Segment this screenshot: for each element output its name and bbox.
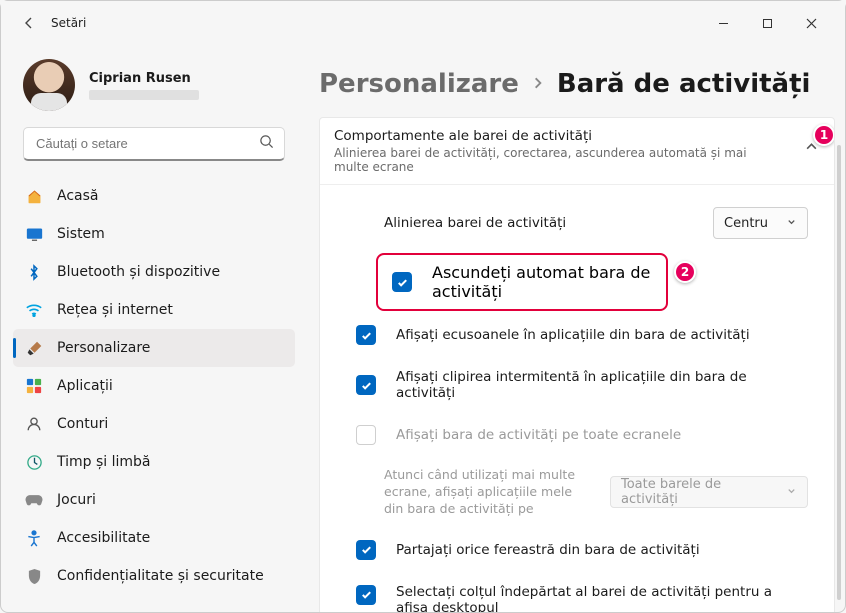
nav-gaming[interactable]: Jocuri — [13, 481, 295, 519]
alignment-dropdown[interactable]: Centru — [713, 207, 808, 239]
checkbox-far-corner[interactable] — [356, 585, 376, 605]
wifi-icon — [25, 301, 43, 319]
gamepad-icon — [25, 491, 43, 509]
nav-label: Conturi — [57, 416, 108, 432]
search-icon — [259, 134, 274, 153]
nav-personalization[interactable]: Personalizare — [13, 329, 295, 367]
row-autohide-highlight: Ascundeți automat bara de activități — [376, 253, 668, 311]
breadcrumb-parent[interactable]: Personalizare — [319, 69, 519, 99]
section-panel: 1 Comportamente ale barei de activități … — [319, 117, 835, 612]
checkbox-autohide[interactable] — [392, 272, 412, 292]
content: Ciprian Rusen Acasă Sistem Bluetooth și … — [1, 45, 845, 612]
chevron-down-icon — [786, 485, 797, 500]
multi-monitor-label: Atunci când utilizați mai multe ecrane, … — [384, 467, 594, 518]
search-box[interactable] — [23, 127, 285, 161]
scrollbar-vertical[interactable] — [837, 145, 841, 600]
sidebar: Ciprian Rusen Acasă Sistem Bluetooth și … — [1, 45, 301, 612]
bluetooth-icon — [25, 263, 43, 281]
person-icon — [25, 415, 43, 433]
nav-label: Acasă — [57, 188, 98, 204]
system-icon — [25, 225, 43, 243]
row-multi-monitor: Atunci când utilizați mai multe ecrane, … — [336, 457, 818, 528]
nav-label: Confidențialitate și securitate — [57, 568, 264, 584]
nav-accessibility[interactable]: Accesibilitate — [13, 519, 295, 557]
nav-label: Personalizare — [57, 340, 150, 356]
breadcrumb: Personalizare Bară de activități — [319, 57, 835, 117]
avatar — [23, 59, 75, 111]
window-title: Setări — [51, 16, 701, 30]
checkbox-flashing[interactable] — [356, 375, 376, 395]
shield-icon — [25, 567, 43, 585]
nav-list: Acasă Sistem Bluetooth și dispozitive Re… — [7, 177, 301, 595]
maximize-button[interactable] — [745, 7, 789, 39]
section-body: Alinierea barei de activități Centru Asc… — [320, 185, 834, 612]
row-alignment: Alinierea barei de activități Centru — [336, 195, 818, 251]
multi-monitor-dropdown: Toate barele de activități — [610, 476, 808, 508]
breadcrumb-current: Bară de activități — [557, 69, 811, 99]
section-title: Comportamente ale barei de activități — [334, 128, 780, 144]
nav-label: Bluetooth și dispozitive — [57, 264, 220, 280]
checkbox-share-window[interactable] — [356, 540, 376, 560]
flashing-label: Afișați clipirea intermitentă în aplicaț… — [396, 369, 774, 401]
nav-label: Sistem — [57, 226, 105, 242]
alignment-label: Alinierea barei de activități — [384, 215, 566, 231]
row-share-window: Partajați orice fereastră din bara de ac… — [336, 528, 818, 572]
row-far-corner: Selectați colțul îndepărtat al barei de … — [336, 572, 818, 612]
nav-time-language[interactable]: Timp și limbă — [13, 443, 295, 481]
nav-network[interactable]: Rețea și internet — [13, 291, 295, 329]
badges-label: Afișați ecusoanele în aplicațiile din ba… — [396, 327, 750, 343]
home-icon — [25, 187, 43, 205]
autohide-label: Ascundeți automat bara de activități — [432, 263, 652, 301]
nav-apps[interactable]: Aplicații — [13, 367, 295, 405]
checkbox-all-displays — [356, 425, 376, 445]
nav-system[interactable]: Sistem — [13, 215, 295, 253]
row-all-displays: Afișați bara de activități pe toate ecra… — [336, 413, 818, 457]
nav-home[interactable]: Acasă — [13, 177, 295, 215]
brush-icon — [25, 339, 43, 357]
nav-label: Accesibilitate — [57, 530, 150, 546]
row-badges: Afișați ecusoanele în aplicațiile din ba… — [336, 313, 818, 357]
close-button[interactable] — [789, 7, 833, 39]
dropdown-value: Centru — [724, 216, 768, 231]
user-name: Ciprian Rusen — [89, 71, 199, 86]
nav-label: Timp și limbă — [57, 454, 151, 470]
section-subtitle: Alinierea barei de activități, corectare… — [334, 146, 780, 174]
all-displays-label: Afișați bara de activități pe toate ecra… — [396, 427, 681, 443]
row-flashing: Afișați clipirea intermitentă în aplicaț… — [336, 357, 818, 413]
nav-label: Jocuri — [57, 492, 96, 508]
user-email-redacted — [89, 90, 199, 100]
titlebar: Setări — [1, 1, 845, 45]
chevron-right-icon — [531, 75, 545, 94]
nav-privacy[interactable]: Confidențialitate și securitate — [13, 557, 295, 595]
nav-label: Aplicații — [57, 378, 113, 394]
caption-controls — [701, 7, 833, 39]
nav-label: Rețea și internet — [57, 302, 173, 318]
share-window-label: Partajați orice fereastră din bara de ac… — [396, 542, 700, 558]
far-corner-label: Selectați colțul îndepărtat al barei de … — [396, 584, 774, 612]
user-card[interactable]: Ciprian Rusen — [7, 51, 301, 127]
section-header[interactable]: Comportamente ale barei de activități Al… — [320, 118, 834, 185]
back-button[interactable] — [19, 13, 39, 33]
nav-accounts[interactable]: Conturi — [13, 405, 295, 443]
checkbox-badges[interactable] — [356, 325, 376, 345]
search-input[interactable] — [34, 135, 259, 152]
callout-badge-2: 2 — [674, 261, 696, 283]
chevron-down-icon — [786, 216, 797, 231]
clock-globe-icon — [25, 453, 43, 471]
accessibility-icon — [25, 529, 43, 547]
dropdown-value: Toate barele de activități — [621, 477, 768, 507]
minimize-button[interactable] — [701, 7, 745, 39]
nav-bluetooth[interactable]: Bluetooth și dispozitive — [13, 253, 295, 291]
main: Personalizare Bară de activități 1 Compo… — [301, 45, 845, 612]
apps-icon — [25, 377, 43, 395]
callout-badge-1: 1 — [813, 124, 835, 146]
